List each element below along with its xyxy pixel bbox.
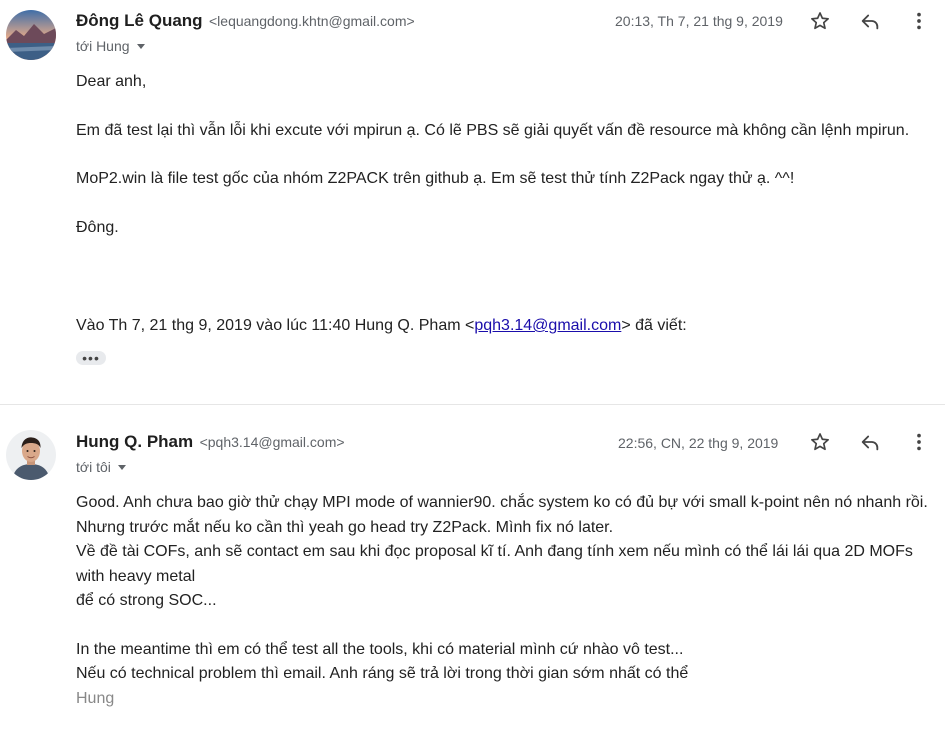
sender-email: <lequangdong.khtn@gmail.com>: [209, 13, 415, 29]
sender-name[interactable]: Hung Q. Pham: [76, 432, 193, 451]
reply-icon: [861, 435, 879, 451]
message-timestamp: 20:13, Th 7, 21 thg 9, 2019: [615, 13, 783, 29]
body-line: Nếu có technical problem thì email. Anh …: [76, 665, 689, 682]
star-icon: [811, 433, 829, 451]
sender-avatar[interactable]: [6, 430, 56, 480]
body-line: để có strong SOC...: [76, 592, 217, 609]
show-trimmed-content-button[interactable]: •••: [76, 351, 106, 365]
sender-avatar[interactable]: [6, 10, 56, 60]
reply-icon: [861, 14, 879, 30]
sender-line: Hung Q. Pham <pqh3.14@gmail.com>: [76, 432, 345, 452]
message-body: Dear anh, Em đã test lại thì vẫn lỗi khi…: [76, 70, 935, 240]
star-button[interactable]: [805, 427, 835, 457]
body-line: In the meantime thì em có thể test all t…: [76, 640, 684, 658]
more-vert-icon: [917, 12, 921, 30]
star-button[interactable]: [805, 6, 835, 36]
body-line: Về đề tài COFs, anh sẽ contact em sau kh…: [76, 543, 913, 585]
chevron-down-icon: [117, 464, 126, 470]
reply-button[interactable]: [855, 6, 885, 36]
body-paragraph: MoP2.win là file test gốc của nhóm Z2PAC…: [76, 170, 795, 187]
more-options-button[interactable]: [904, 427, 934, 457]
recipient-details-toggle[interactable]: tới Hung: [76, 38, 145, 54]
quote-attribution: Vào Th 7, 21 thg 9, 2019 vào lúc 11:40 H…: [76, 314, 935, 339]
body-line: Good. Anh chưa bao giờ thử chạy MPI mode…: [76, 494, 928, 511]
body-line: Nhưng trước mắt nếu ko cần thì yeah go h…: [76, 518, 614, 536]
quote-suffix: > đã viết:: [621, 317, 687, 334]
reply-button[interactable]: [855, 427, 885, 457]
email-signature: Hung: [76, 689, 115, 707]
body-greeting: Dear anh,: [76, 73, 147, 90]
sender-line: Đông Lê Quang <lequangdong.khtn@gmail.co…: [76, 11, 415, 31]
quoted-email-link[interactable]: pqh3.14@gmail.com: [474, 317, 621, 334]
recipient-label: tới Hung: [76, 38, 130, 54]
star-icon: [811, 12, 829, 30]
sender-email: <pqh3.14@gmail.com>: [199, 434, 345, 450]
message-body: Good. Anh chưa bao giờ thử chạy MPI mode…: [76, 491, 935, 711]
more-options-button[interactable]: [904, 6, 934, 36]
email-message: Hung Q. Pham <pqh3.14@gmail.com> tới tôi…: [0, 404, 945, 748]
quote-prefix: Vào Th 7, 21 thg 9, 2019 vào lúc 11:40 H…: [76, 317, 475, 334]
chevron-down-icon: [136, 43, 145, 49]
more-vert-icon: [917, 433, 921, 451]
body-signoff: Đông.: [76, 218, 119, 236]
sender-name[interactable]: Đông Lê Quang: [76, 11, 203, 30]
recipient-details-toggle[interactable]: tới tôi: [76, 459, 126, 475]
email-message: Đông Lê Quang <lequangdong.khtn@gmail.co…: [0, 0, 945, 404]
message-timestamp: 22:56, CN, 22 thg 9, 2019: [618, 435, 779, 451]
recipient-label: tới tôi: [76, 459, 111, 475]
body-paragraph: Em đã test lại thì vẫn lỗi khi excute vớ…: [76, 121, 910, 139]
